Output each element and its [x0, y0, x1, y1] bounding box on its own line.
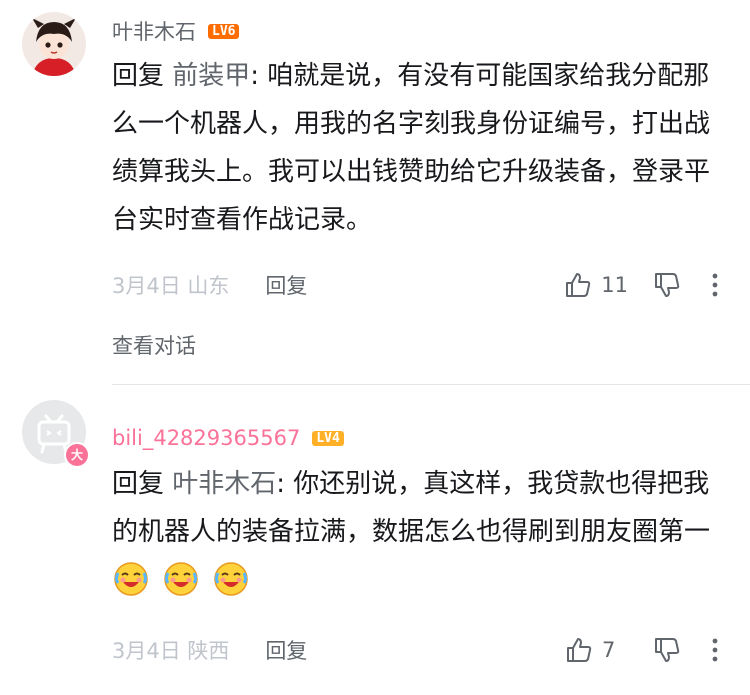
more-options-icon[interactable] [700, 635, 730, 665]
thumbs-down-icon[interactable] [652, 635, 682, 665]
username[interactable]: 叶非木石 [112, 16, 196, 46]
avatar[interactable]: 大 [22, 400, 90, 468]
reply-button[interactable]: 回复 [265, 270, 307, 300]
like-count: 7 [602, 638, 616, 662]
thumbs-up-icon[interactable] [563, 270, 593, 300]
reply-prefix: 回复 [112, 61, 173, 91]
more-options-icon[interactable] [700, 270, 730, 300]
view-conversation-link[interactable]: 查看对话 [112, 330, 196, 360]
comment-actions: 11 [563, 270, 730, 300]
like-count: 11 [601, 273, 628, 297]
reply-button[interactable]: 回复 [265, 635, 307, 665]
comment-item: 叶非木石 LV6 回复 前装甲: 咱就是说，有没有可能国家给我分配那么一个机器人… [0, 0, 750, 385]
reply-to-user[interactable]: 叶非木石 [172, 469, 276, 499]
level-badge: LV6 [208, 23, 240, 39]
user-row: bili_42829365567 LV4 [112, 426, 344, 450]
thumbs-up-icon[interactable] [564, 635, 594, 665]
reply-prefix: 回复 [112, 469, 173, 499]
divider [112, 384, 750, 385]
user-row: 叶非木石 LV6 [112, 16, 240, 46]
comment-text: 回复 前装甲: 咱就是说，有没有可能国家给我分配那么一个机器人，用我的名字刻我身… [112, 52, 724, 244]
date-location: 3月4日 山东 [112, 274, 230, 298]
laughing-cry-emoji [212, 559, 250, 597]
reply-to-user[interactable]: 前装甲 [172, 61, 250, 91]
vip-badge: 大 [64, 442, 90, 468]
comment-meta: 3月4日 陕西 回复 7 [112, 633, 730, 667]
username[interactable]: bili_42829365567 [112, 426, 300, 450]
avatar[interactable] [22, 12, 86, 76]
comment-actions: 7 [564, 635, 730, 665]
date-location: 3月4日 陕西 [112, 639, 230, 663]
comment-meta: 3月4日 山东 回复 11 [112, 268, 730, 302]
level-badge: LV4 [312, 430, 344, 446]
laughing-cry-emoji [112, 559, 150, 597]
comment-item: 大 bili_42829365567 LV4 回复 叶非木石: 你还别说，真这样… [0, 388, 750, 695]
thumbs-down-icon[interactable] [652, 270, 682, 300]
comment-text: 回复 叶非木石: 你还别说，真这样，我贷款也得把我的机器人的装备拉满，数据怎么也… [112, 460, 724, 604]
laughing-cry-emoji [162, 559, 200, 597]
